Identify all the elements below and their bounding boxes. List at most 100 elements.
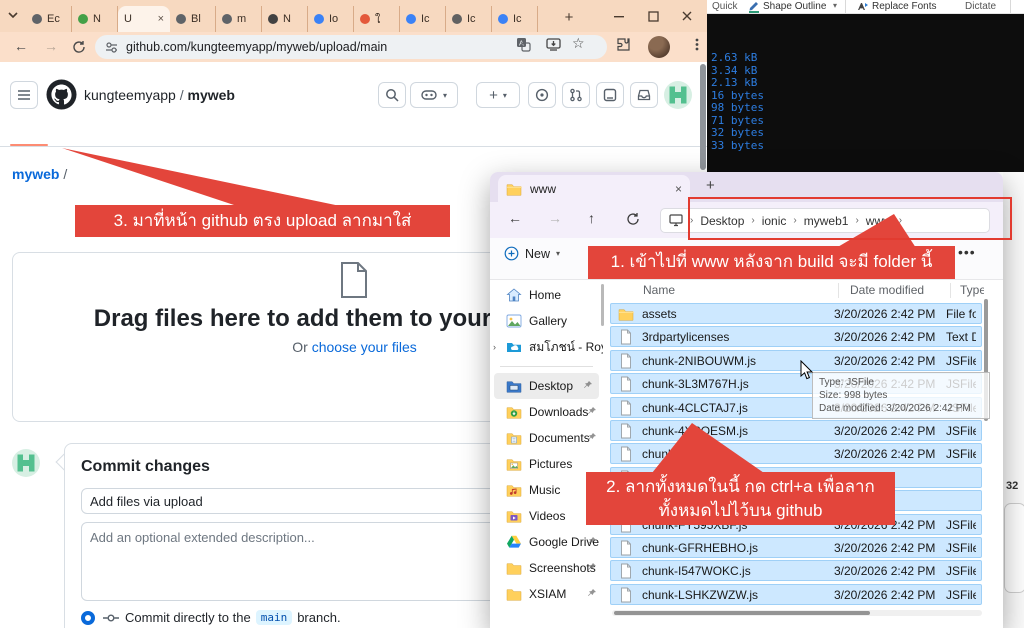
file-row[interactable]: chunk-GFRHEBHO.js 3/20/2026 2:42 PM JSFi…: [610, 537, 982, 558]
sidebar-item[interactable]: › สมโภชน์ - Royal T: [490, 334, 603, 360]
sidebar-item[interactable]: Home: [490, 282, 603, 308]
file-icon: [618, 563, 634, 579]
browser-tab[interactable]: ใ: [354, 6, 400, 32]
tab-search-icon[interactable]: [6, 8, 22, 24]
horizontal-scrollbar[interactable]: [612, 610, 982, 616]
file-row[interactable]: 3rdpartylicenses 3/20/2026 2:42 PM Text …: [610, 326, 982, 347]
browser-tab[interactable]: N: [262, 6, 308, 32]
sidebar-item[interactable]: Downloads: [490, 399, 603, 425]
forward-icon[interactable]: →: [44, 38, 58, 54]
bookmark-star-icon[interactable]: ☆: [572, 35, 585, 52]
browser-tab[interactable]: m: [216, 6, 262, 32]
github-logo-icon[interactable]: [46, 79, 77, 110]
browser-tab[interactable]: U ×: [118, 6, 170, 32]
page-scrollbar[interactable]: [700, 64, 706, 170]
repo-nav-tab[interactable]: [36, 118, 40, 134]
copilot-button[interactable]: ▾: [410, 82, 458, 108]
pin-icon: [587, 406, 597, 416]
search-button[interactable]: [378, 82, 406, 108]
see-more-button[interactable]: •••: [958, 244, 976, 260]
repo-nav-tab[interactable]: [114, 118, 118, 134]
browser-tab[interactable]: Bl: [170, 6, 216, 32]
explorer-tab[interactable]: www ×: [498, 175, 690, 202]
repo-nav-tab[interactable]: [10, 118, 14, 134]
file-row[interactable]: chunk-I547WOKC.js 3/20/2026 2:42 PM JSFi…: [610, 560, 982, 581]
file-row[interactable]: chunk-LSHKZWZW.js 3/20/2026 2:42 PM JSFi…: [610, 584, 982, 605]
choose-files-link[interactable]: choose your files: [312, 339, 417, 355]
minimize-button[interactable]: [604, 4, 634, 28]
extensions-icon[interactable]: [616, 37, 631, 52]
close-button[interactable]: [672, 4, 702, 28]
explorer-path-box[interactable]: › Desktop › ionic › myweb1 › www ›: [660, 208, 990, 233]
create-new-button[interactable]: +▾: [476, 82, 520, 108]
sidebar-item[interactable]: Desktop: [494, 373, 599, 399]
browser-tab[interactable]: Ic: [446, 6, 492, 32]
path-crumb[interactable]: www: [866, 214, 892, 228]
file-row[interactable]: chunk-ASY….js 3/20/2026 2:42 PM JSFile: [610, 443, 982, 464]
shape-outline-button[interactable]: Shape Outline: [763, 1, 826, 12]
maximize-button[interactable]: [638, 4, 668, 28]
file-row[interactable]: assets 3/20/2026 2:42 PM File folder: [610, 303, 982, 324]
back-icon[interactable]: ←: [14, 38, 28, 54]
file-row[interactable]: chunk-4YPOESM.js 3/20/2026 2:42 PM JSFil…: [610, 420, 982, 441]
repo-nav-tab[interactable]: [166, 118, 170, 134]
explorer-refresh-icon[interactable]: [626, 212, 640, 226]
repo-nav-tab[interactable]: [62, 118, 66, 134]
codespaces-button[interactable]: [596, 82, 624, 108]
owner-link[interactable]: kungteemyapp: [84, 87, 176, 103]
explorer-tab-close-icon[interactable]: ×: [675, 182, 682, 196]
install-icon[interactable]: [546, 37, 561, 52]
reload-icon[interactable]: [72, 40, 86, 54]
file-upload-icon: [339, 261, 369, 299]
pull-requests-button[interactable]: [562, 82, 590, 108]
annotation-step2-line2: ทั้งหมดไปไว้บน github: [586, 499, 895, 523]
browser-tab[interactable]: Ic: [492, 6, 538, 32]
browser-menu-icon[interactable]: [690, 37, 704, 52]
file-row[interactable]: chunk-2NIBOUWM.js 3/20/2026 2:42 PM JSFi…: [610, 350, 982, 371]
sidebar-item[interactable]: Screenshots: [490, 555, 603, 581]
browser-tab[interactable]: Io: [308, 6, 354, 32]
path-crumb[interactable]: ionic: [762, 214, 787, 228]
commit-direct-radio[interactable]: [81, 611, 95, 625]
tab-title: m: [237, 13, 246, 25]
translate-icon[interactable]: A: [516, 37, 531, 52]
terminal-line: 3.34 kB: [711, 65, 1024, 78]
profile-avatar[interactable]: [648, 36, 670, 58]
new-item-button[interactable]: New ▾: [504, 246, 560, 261]
new-tab-button[interactable]: +: [560, 9, 578, 26]
repo-nav-tab[interactable]: [192, 118, 196, 134]
copilot-caret-icon[interactable]: ▾: [443, 91, 447, 100]
browser-tab[interactable]: N: [72, 6, 118, 32]
repo-link[interactable]: myweb: [188, 87, 235, 103]
repo-nav-tab[interactable]: [218, 118, 222, 134]
issues-button[interactable]: [528, 82, 556, 108]
dictate-button[interactable]: Dictate: [965, 1, 996, 12]
sidebar-item[interactable]: Documents: [490, 425, 603, 451]
site-info-icon[interactable]: [105, 41, 118, 54]
explorer-back-icon[interactable]: ←: [508, 210, 522, 226]
replace-fonts-button[interactable]: Replace Fonts: [872, 1, 936, 12]
inbox-button[interactable]: [630, 82, 658, 108]
repo-nav-tab[interactable]: [140, 118, 144, 134]
terminal-window: 2.63 kB3.34 kB2.13 kB16 bytes98 bytes71 …: [707, 14, 1024, 172]
user-avatar[interactable]: [664, 81, 692, 109]
sidebar-item[interactable]: XSIAM: [490, 581, 603, 607]
expander-chevron-icon[interactable]: ›: [493, 342, 496, 352]
explorer-up-icon[interactable]: ↑: [588, 210, 595, 226]
sidebar-item[interactable]: Gallery: [490, 308, 603, 334]
hamburger-menu-button[interactable]: [10, 81, 38, 109]
explorer-new-tab-button[interactable]: +: [706, 177, 715, 194]
quick-styles-button[interactable]: Quick: [712, 1, 738, 12]
sidebar-item[interactable]: Google Drive: [490, 529, 603, 555]
vertical-scrollbar[interactable]: [984, 294, 989, 594]
tab-close-icon[interactable]: ×: [158, 13, 164, 25]
explorer-forward-icon[interactable]: →: [548, 210, 562, 226]
sidebar-scrollbar[interactable]: [601, 284, 604, 326]
path-crumb[interactable]: myweb1: [804, 214, 849, 228]
path-repo-link[interactable]: myweb: [12, 166, 59, 182]
browser-tab[interactable]: Ec: [26, 6, 72, 32]
browser-tab[interactable]: Ic: [400, 6, 446, 32]
path-crumb[interactable]: Desktop: [700, 214, 744, 228]
repo-nav-tab[interactable]: [88, 118, 92, 134]
tab-title: Io: [329, 13, 338, 25]
